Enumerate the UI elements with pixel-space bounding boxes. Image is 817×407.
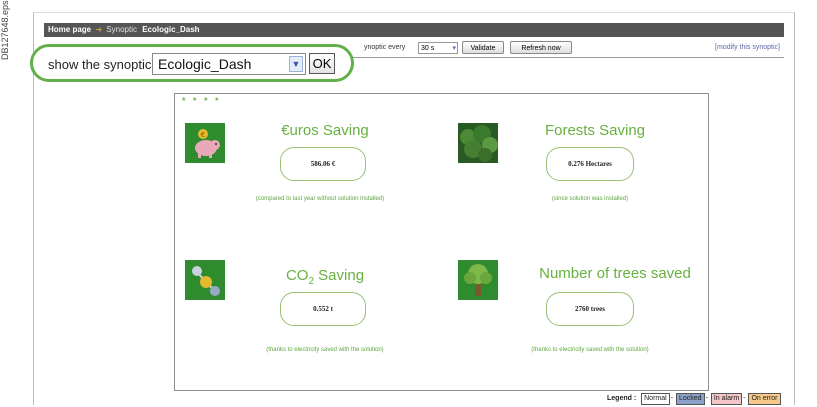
trees-saved-note: (thanks to electricity saved with the so… [531,347,649,353]
co2-title-suffix: Saving [314,267,365,284]
show-synoptic-label: show the synoptic [48,57,152,72]
co2-saving-value: 0.552 t [280,292,366,326]
breadcrumb-current: Ecologic_Dash [142,25,200,34]
ok-button[interactable]: OK [309,53,335,74]
legend-locked: Locked [675,393,705,405]
svg-text:€: € [201,131,205,139]
chevron-down-icon: ▼ [289,56,303,72]
legend-in-alarm: In alarm [710,393,743,405]
forests-saving-value: 0.276 Hectares [546,147,634,181]
co2-saving-note: (thanks to electricity saved with the so… [266,347,384,353]
breadcrumb-home[interactable]: Home page [48,25,91,34]
synoptic-select[interactable]: Ecologic_Dash ▼ [152,53,306,75]
refresh-now-button[interactable]: Refresh now [510,41,572,54]
side-label: DB127648.eps [0,0,10,60]
piggy-bank-icon: € [185,123,225,163]
molecule-icon [185,260,225,300]
legend: Legend : Normal - Locked - In alarm - On er… [607,393,781,405]
modify-synoptic-link[interactable]: [modify this synoptic] [715,44,780,51]
synoptic-panel: ★ ★ ★ ★ € €uros Saving 586.06 € (compare… [174,93,709,391]
trees-saved-value: 2760 trees [546,292,634,326]
refresh-interval-select[interactable]: 30 s ▾ [418,42,458,54]
breadcrumb-arrow-icon: ➜ [95,25,103,34]
forests-saving-note: (since solution was installed) [551,196,629,202]
tree-icon [458,260,498,300]
breadcrumb: Home page ➜ Synoptic Ecologic_Dash [44,23,784,37]
panel-toolbar[interactable]: ★ ★ ★ ★ [181,96,222,103]
euros-saving-value: 586.06 € [280,147,366,181]
refresh-every-label: ynoptic every [364,44,406,51]
breadcrumb-section[interactable]: Synoptic [106,25,137,34]
forests-saving-title: Forests Saving [544,122,646,139]
synoptic-selector-highlight: show the synoptic Ecologic_Dash ▼ OK [30,44,354,82]
co2-title-prefix: CO [285,267,309,284]
legend-label: Legend : [607,395,637,402]
trees-saved-title: Number of trees saved [539,265,691,282]
legend-normal: Normal [641,393,670,405]
synoptic-select-value: Ecologic_Dash [158,56,252,72]
euros-saving-note: (compared to last year without solution … [255,196,385,202]
chevron-down-icon: ▾ [452,45,456,52]
euros-saving-title: €uros Saving [281,122,369,139]
refresh-interval-value: 30 s [421,45,435,52]
forest-icon [458,123,498,163]
legend-on-error: On error [748,393,781,405]
validate-button[interactable]: Validate [462,41,504,54]
co2-saving-title: CO2 Saving [250,267,400,287]
